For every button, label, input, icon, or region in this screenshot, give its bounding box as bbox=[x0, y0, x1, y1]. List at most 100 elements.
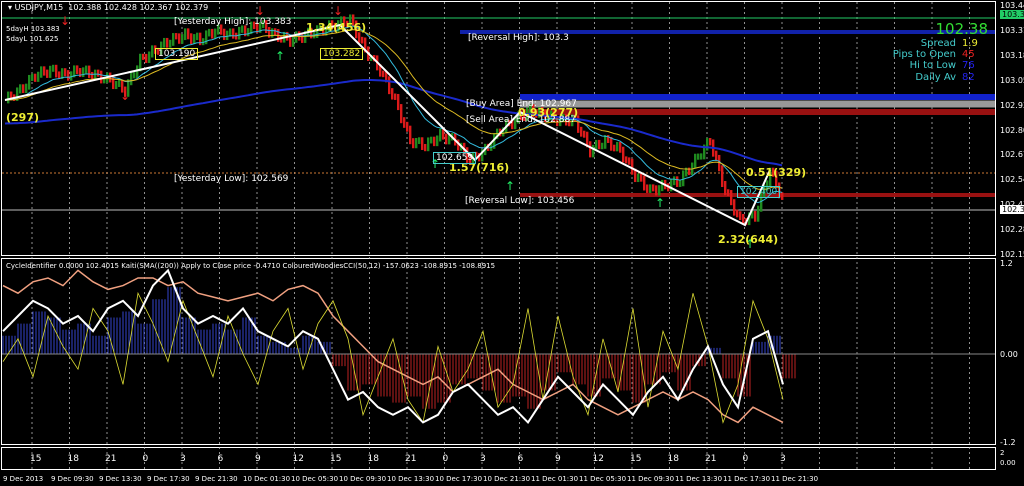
high-marker: 103.383 bbox=[1000, 10, 1024, 19]
sell-arrow-icon: ↓ bbox=[60, 14, 70, 28]
price-bar bbox=[610, 136, 613, 151]
price-bar bbox=[49, 65, 52, 78]
price-bar bbox=[85, 65, 88, 74]
price-bar bbox=[706, 137, 709, 151]
price-bar bbox=[274, 28, 277, 36]
mt4-chart-window[interactable]: ↑ ↑ ↑ ↑ ↑ ↓ ↓ ↓ ↓ ▾ USDJPY,M15 102.388 102.428 1… bbox=[0, 0, 1024, 486]
price-bar bbox=[361, 36, 364, 44]
price-bar bbox=[409, 125, 412, 145]
price-bar bbox=[211, 28, 214, 39]
hour-label: 12 bbox=[592, 454, 604, 464]
price-bar bbox=[661, 179, 664, 192]
price-bar bbox=[391, 88, 394, 100]
price-bar bbox=[148, 51, 151, 63]
price-bar bbox=[430, 136, 433, 144]
price-axis-label: 103.445 bbox=[1000, 1, 1024, 10]
price-bar bbox=[238, 26, 241, 40]
wave-label: 1.34(456) bbox=[306, 21, 367, 34]
price-bar bbox=[427, 137, 430, 152]
price-bar bbox=[697, 153, 700, 160]
price-bar bbox=[199, 32, 202, 46]
indicator-panel-frame bbox=[1, 258, 996, 445]
price-bar bbox=[640, 173, 643, 182]
pips-row: Pips to Open 45 bbox=[892, 49, 975, 60]
price-bar bbox=[721, 165, 724, 188]
buy-arrow-icon: ↑ bbox=[505, 179, 515, 193]
hour-label: 0 bbox=[742, 454, 749, 464]
hour-label: 15 bbox=[30, 454, 42, 464]
ohlc-values: 102.388 102.428 102.367 102.379 bbox=[68, 3, 209, 12]
sub-axis-label: 0.00 bbox=[1000, 459, 1016, 467]
price-bar bbox=[25, 83, 28, 94]
price-bar bbox=[64, 68, 67, 77]
indicator-axis-label: 0.00 bbox=[1000, 350, 1018, 359]
price-bar bbox=[22, 84, 25, 94]
price-bar bbox=[34, 73, 37, 82]
price-axis-label: 102.670 bbox=[1000, 150, 1024, 160]
hilo-row: Hi to Low 76 bbox=[909, 60, 975, 71]
price-bar bbox=[76, 65, 79, 75]
price-box: 102.400 bbox=[737, 186, 781, 198]
date-label: 11 Dec 21:30 bbox=[771, 475, 819, 483]
price-bar bbox=[700, 153, 703, 160]
price-bar bbox=[598, 139, 601, 150]
price-bar bbox=[604, 135, 607, 149]
price-bar bbox=[166, 37, 169, 48]
price-bar bbox=[271, 28, 274, 38]
price-bar bbox=[193, 34, 196, 44]
current-price-marker: 102.379 bbox=[1000, 205, 1024, 214]
buy-arrow-icon: ↑ bbox=[275, 49, 285, 63]
price-bar bbox=[637, 173, 640, 183]
reversal-high-label: [Reversal High]: 103.3 bbox=[468, 33, 569, 43]
hour-label: 3 bbox=[780, 454, 786, 464]
wave-label: 0.51(329) bbox=[746, 166, 807, 179]
price-bar bbox=[232, 28, 235, 39]
price-bar bbox=[601, 142, 604, 150]
price-bar bbox=[88, 65, 91, 78]
indicator-axis-label: -1.2 bbox=[1000, 438, 1016, 447]
hour-label: 6 bbox=[217, 454, 224, 464]
price-bar bbox=[649, 184, 652, 193]
price-chart[interactable]: ↑↑↑↑↑↓↓ ↓↓ bbox=[0, 0, 1024, 486]
price-bar bbox=[658, 185, 661, 196]
date-label: 10 Dec 01:30 bbox=[243, 475, 291, 483]
hour-label: 9 bbox=[255, 454, 261, 464]
hour-label: 9 bbox=[555, 454, 561, 464]
price-bar bbox=[736, 209, 739, 218]
price-box: 102.659 bbox=[433, 152, 477, 164]
wave-label: (297) bbox=[6, 111, 40, 124]
spread-row: Spread 1.9 bbox=[920, 38, 978, 49]
price-bar bbox=[589, 141, 592, 158]
price-bar bbox=[112, 76, 115, 90]
price-bar bbox=[655, 185, 658, 196]
hour-label: 3 bbox=[180, 454, 186, 464]
price-bar bbox=[616, 141, 619, 152]
date-label: 10 Dec 13:30 bbox=[387, 475, 435, 483]
price-bar bbox=[43, 66, 46, 76]
price-axis-label: 102.930 bbox=[1000, 100, 1024, 110]
price-bar bbox=[295, 31, 298, 43]
five-day-high: 5dayH 103.383 bbox=[6, 25, 60, 33]
price-bar bbox=[190, 33, 193, 44]
date-label: 11 Dec 05:30 bbox=[579, 475, 627, 483]
wave-label: 0.93(277) bbox=[518, 106, 579, 119]
date-label: 10 Dec 21:30 bbox=[483, 475, 531, 483]
price-bar bbox=[214, 28, 217, 39]
price-bar bbox=[673, 176, 676, 186]
price-bar bbox=[184, 28, 187, 41]
price-bar bbox=[445, 133, 448, 145]
price-bar bbox=[694, 153, 697, 169]
price-bar bbox=[31, 73, 34, 81]
sell-arrow-icon: ↓ bbox=[255, 4, 265, 18]
hour-label: 18 bbox=[67, 454, 79, 464]
price-bar bbox=[739, 211, 742, 220]
hour-label: 21 bbox=[705, 454, 717, 464]
symbol-label: USDJPY,M15 bbox=[14, 3, 64, 12]
date-label: 11 Dec 17:30 bbox=[723, 475, 771, 483]
price-bar bbox=[724, 181, 727, 196]
price-bar bbox=[115, 80, 118, 90]
hour-label: 3 bbox=[480, 454, 486, 464]
sell-arrow-icon: ↓ bbox=[333, 4, 343, 18]
price-bar bbox=[223, 28, 226, 41]
price-bar bbox=[439, 128, 442, 142]
